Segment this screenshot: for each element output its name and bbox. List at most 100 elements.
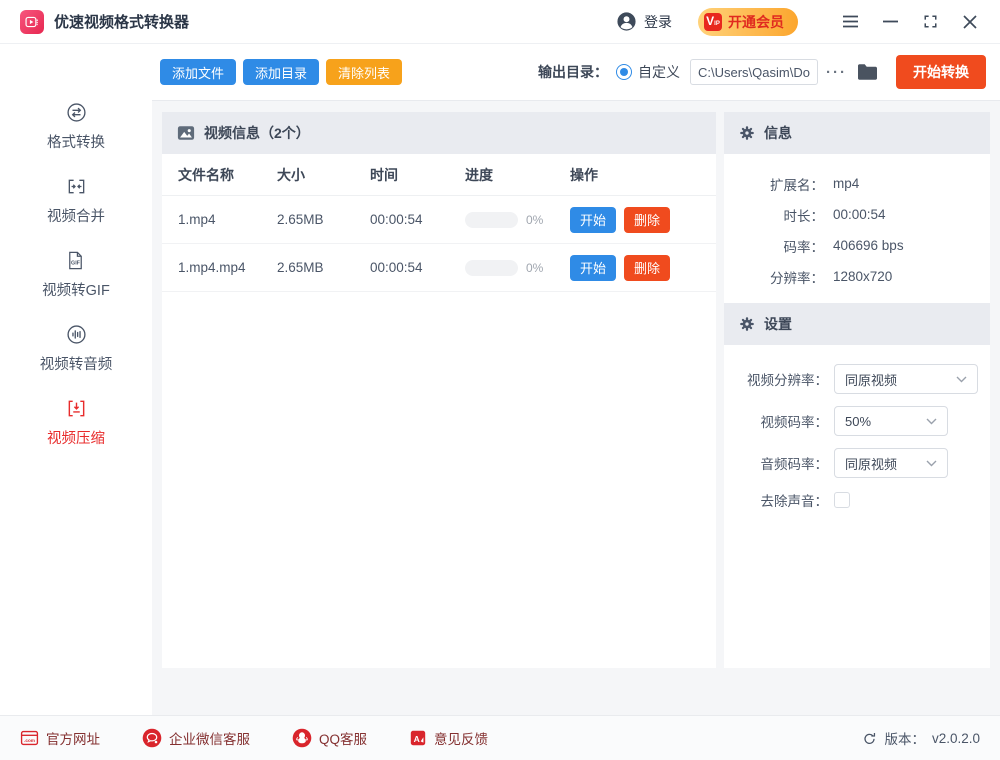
video-panel-title: 视频信息（2个） [204,123,310,143]
gif-file-icon: GIF [65,250,86,271]
merge-icon [66,176,87,197]
vip-icon: VIP [704,13,722,31]
clear-list-button[interactable]: 清除列表 [326,59,402,85]
sidebar-item-video-merge[interactable]: 视频合并 [47,176,105,226]
chevron-down-icon [926,460,937,467]
settings-panel-title: 设置 [764,314,792,334]
sidebar-item-label: 格式转换 [47,131,105,152]
row-start-button[interactable]: 开始 [570,255,616,281]
info-panel-header: 信息 [724,112,990,154]
menu-icon[interactable] [838,8,862,36]
user-icon [616,11,637,32]
table-header: 文件名称 大小 时间 进度 操作 [162,154,716,196]
sidebar-item-video-to-gif[interactable]: GIF 视频转GIF [42,250,110,300]
convert-icon [66,102,87,123]
progress-bar [465,212,518,228]
info-row-extension: 扩展名： mp4 [724,168,990,199]
remove-audio-checkbox[interactable] [834,492,850,508]
row-delete-button[interactable]: 删除 [624,255,670,281]
open-vip-button[interactable]: VIP 开通会员 [698,8,798,36]
cell-filename: 1.mp4 [178,212,277,227]
audio-icon [66,324,87,345]
svg-text:.com: .com [24,738,35,743]
version-info: 版本： v2.0.2.0 [862,728,980,748]
cell-time: 00:00:54 [370,260,465,275]
start-convert-button[interactable]: 开始转换 [896,55,986,89]
cell-actions: 开始 删除 [570,255,700,281]
info-row-duration: 时长： 00:00:54 [724,199,990,230]
sidebar-item-video-compress[interactable]: 视频压缩 [47,398,105,448]
wechat-support-link[interactable]: 企业微信客服 [142,728,250,748]
vip-label: 开通会员 [728,12,784,32]
minimize-button[interactable] [878,8,902,36]
audio-bitrate-select[interactable]: 同原视频 [834,448,948,478]
version-value: v2.0.2.0 [932,731,980,746]
row-delete-button[interactable]: 删除 [624,207,670,233]
settings-list: 视频分辨率： 同原视频 视频码率： 50% [724,345,990,510]
output-path-input[interactable] [690,59,818,85]
login-button[interactable]: 登录 [616,11,672,32]
col-progress: 进度 [465,165,570,185]
col-time: 时间 [370,165,465,185]
output-dir-label: 输出目录： [538,62,608,82]
sidebar-item-label: 视频压缩 [47,427,105,448]
image-icon [177,124,195,142]
progress-bar [465,260,518,276]
info-row-resolution: 分辨率： 1280x720 [724,261,990,292]
sidebar-item-video-to-audio[interactable]: 视频转音频 [40,324,113,374]
open-folder-icon[interactable] [857,63,878,81]
setting-audio-bitrate: 音频码率： 同原视频 [724,448,990,478]
sidebar-item-label: 视频转GIF [42,279,110,300]
footer: .com 官方网址 企业微信客服 QQ客服 [0,715,1000,760]
info-row-bitrate: 码率： 406696 bps [724,230,990,261]
chevron-down-icon [926,418,937,425]
svg-text:A: A [414,734,420,744]
table-row[interactable]: 1.mp4.mp4 2.65MB 00:00:54 0% 开始 删除 [162,244,716,292]
cell-size: 2.65MB [277,212,370,227]
website-icon: .com [20,729,39,747]
custom-radio[interactable] [616,64,632,80]
add-file-button[interactable]: 添加文件 [160,59,236,85]
browse-ellipsis-button[interactable]: ··· [826,64,847,81]
sidebar-item-label: 视频合并 [47,205,105,226]
wechat-icon [142,728,162,748]
sidebar-item-label: 视频转音频 [40,353,113,374]
col-filename: 文件名称 [178,165,277,185]
cell-actions: 开始 删除 [570,207,700,233]
svg-text:GIF: GIF [72,261,82,267]
gear-icon [739,316,755,332]
settings-panel-header: 设置 [724,303,990,345]
setting-remove-audio: 去除声音： [724,490,990,510]
cell-progress: 0% [465,212,570,228]
feedback-link[interactable]: A 意见反馈 [409,728,488,748]
right-panel: 信息 扩展名： mp4 时长： 00:00:54 码率： 406696 bps [724,112,990,668]
close-button[interactable] [958,8,982,36]
official-site-link[interactable]: .com 官方网址 [20,728,100,748]
login-label: 登录 [644,12,672,32]
chevron-down-icon [956,376,967,383]
maximize-button[interactable] [918,8,942,36]
feedback-icon: A [409,729,427,747]
resolution-select[interactable]: 同原视频 [834,364,978,394]
setting-video-bitrate: 视频码率： 50% [724,406,990,436]
table-row[interactable]: 1.mp4 2.65MB 00:00:54 0% 开始 删除 [162,196,716,244]
cell-filename: 1.mp4.mp4 [178,260,277,275]
qq-support-link[interactable]: QQ客服 [292,728,367,748]
custom-label: 自定义 [638,62,680,82]
col-actions: 操作 [570,165,700,185]
gear-icon [739,125,755,141]
setting-resolution: 视频分辨率： 同原视频 [724,364,990,394]
video-list-panel: 视频信息（2个） 文件名称 大小 时间 进度 操作 1.mp4 2.65MB 0… [162,112,716,668]
version-label: 版本： [884,728,925,748]
sidebar-item-format-convert[interactable]: 格式转换 [47,102,105,152]
progress-percent: 0% [526,213,543,227]
info-panel-title: 信息 [764,123,792,143]
compress-icon [66,398,87,419]
video-bitrate-select[interactable]: 50% [834,406,948,436]
row-start-button[interactable]: 开始 [570,207,616,233]
app-title: 优速视频格式转换器 [54,11,189,32]
add-directory-button[interactable]: 添加目录 [243,59,319,85]
col-size: 大小 [277,165,370,185]
toolbar: 添加文件 添加目录 清除列表 输出目录： 自定义 ··· 开始转换 [152,44,1000,101]
refresh-icon[interactable] [862,731,877,746]
